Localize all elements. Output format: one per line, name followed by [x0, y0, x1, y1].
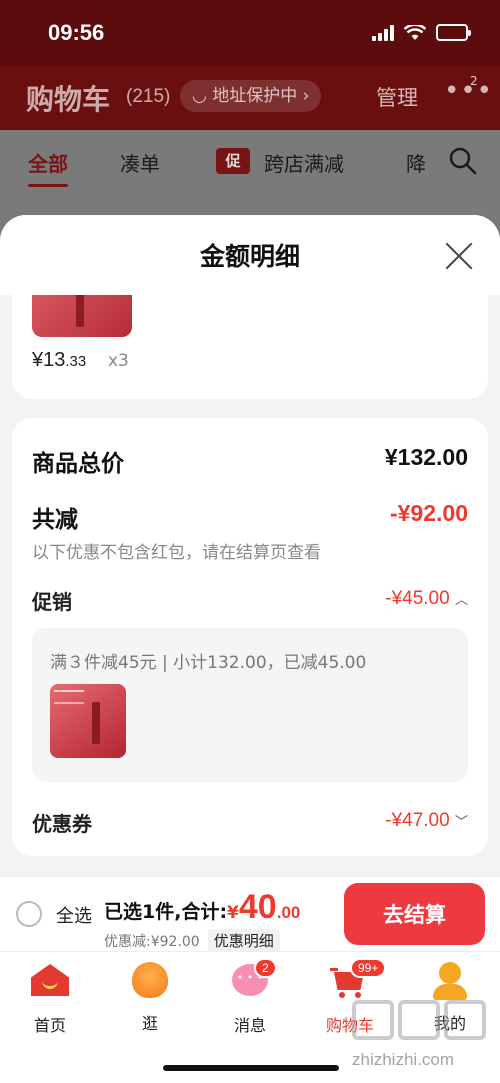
tab-cart[interactable]: 99+ 购物车	[310, 958, 390, 1036]
currency-symbol: ¥	[227, 903, 239, 923]
reduce-note: 以下优惠不包含红包，请在结算页查看	[32, 543, 321, 563]
promo-label: 促销	[32, 590, 72, 614]
promo-detail-text: 满３件减45元 | 小计132.00，已减45.00	[50, 653, 367, 673]
tab-messages-label: 消息	[233, 1016, 266, 1035]
coupon-label: 优惠券	[32, 812, 92, 836]
promo-value-wrap: -¥45.00 ︿	[385, 588, 468, 610]
coupon-row[interactable]: 优惠券 -¥47.00 ﹀	[32, 808, 468, 837]
wifi-icon	[404, 24, 426, 40]
filter-price-drop[interactable]: 降	[406, 148, 426, 177]
coupon-value: -¥47.00	[385, 810, 450, 831]
promo-tag: 促	[216, 148, 250, 174]
tab-home-label: 首页	[33, 1016, 66, 1035]
close-icon[interactable]	[444, 241, 474, 271]
item-price-main: ¥13	[32, 349, 66, 371]
tab-cart-label: 购物车	[325, 1016, 374, 1035]
status-bar: 09:56	[0, 0, 500, 66]
item-quantity: x3	[108, 351, 129, 371]
item-card: ¥13.33 x3	[12, 295, 488, 399]
tab-browse[interactable]: 逛	[110, 960, 190, 1034]
cart-header: 购物车 (215) ◡ 地址保护中 › 管理 ••• 2	[0, 66, 500, 130]
selected-total: 已选1件,合计:¥40.00	[104, 888, 300, 927]
item-price: ¥13.33	[32, 349, 86, 372]
filter-cross-store[interactable]: 跨店满减	[264, 148, 344, 177]
address-protect-label: 地址保护中	[212, 86, 298, 106]
chevron-down-icon[interactable]: ﹀	[455, 814, 468, 829]
promo-product-thumbnail[interactable]	[50, 684, 126, 758]
selected-text: 已选1件,合计:	[104, 901, 228, 923]
chevron-right-icon: ›	[297, 86, 310, 106]
total-row: 商品总价 ¥132.00	[32, 444, 468, 478]
tab-home[interactable]: 首页	[10, 960, 90, 1036]
tab-profile[interactable]: 我的	[410, 960, 490, 1034]
price-summary-card: 商品总价 ¥132.00 共减 -¥92.00 以下优惠不包含红包，请在结算页查…	[12, 418, 488, 856]
tab-bar: 首页 逛 2 消息 99+ 购物车 我的	[0, 951, 500, 1083]
profile-icon	[433, 962, 467, 1000]
promo-detail-box: 满３件减45元 | 小计132.00，已减45.00	[32, 628, 468, 782]
promo-row[interactable]: 促销 -¥45.00 ︿	[32, 586, 468, 615]
chevron-up-icon[interactable]: ︿	[455, 592, 468, 607]
address-protect-pill[interactable]: ◡ 地址保护中 ›	[180, 80, 322, 112]
select-all-radio[interactable]	[16, 901, 42, 927]
discount-line: 优惠减:¥92.00 优惠明细	[104, 929, 280, 952]
sheet-header: 金额明细	[0, 215, 500, 295]
select-all-label[interactable]: 全选	[56, 902, 92, 928]
total-label: 商品总价	[32, 451, 124, 477]
total-amount-decimal: .00	[276, 903, 301, 922]
promo-value: -¥45.00	[385, 588, 450, 609]
status-time: 09:56	[48, 20, 105, 45]
more-badge: 2	[470, 74, 478, 88]
cart-count: (215)	[126, 86, 171, 107]
status-icons	[372, 24, 471, 41]
discount-text: 优惠减:¥92.00	[104, 934, 200, 950]
tab-browse-label: 逛	[141, 1014, 158, 1033]
reduce-row: 共减 -¥92.00	[32, 500, 468, 534]
browse-icon	[132, 962, 168, 998]
reduce-value: -¥92.00	[389, 500, 468, 526]
cart-badge: 99+	[350, 958, 387, 978]
message-badge: 2	[254, 958, 277, 978]
tab-profile-label: 我的	[433, 1014, 466, 1033]
discount-detail-button[interactable]: 优惠明细	[207, 929, 280, 952]
sheet-title: 金额明细	[199, 242, 300, 271]
manage-button[interactable]: 管理	[376, 82, 418, 112]
cellular-signal-icon	[372, 24, 394, 41]
home-icon	[31, 964, 69, 996]
tab-messages[interactable]: 2 消息	[210, 958, 290, 1036]
filter-bar: 全部 凑单 促 跨店满减 降	[0, 130, 500, 192]
home-indicator	[163, 1065, 339, 1071]
checkout-button[interactable]: 去结算	[344, 883, 485, 945]
battery-icon	[436, 24, 471, 41]
item-price-decimal: .33	[65, 353, 87, 370]
smile-icon: ◡	[192, 86, 213, 106]
coupon-value-wrap: -¥47.00 ﹀	[385, 810, 468, 832]
filter-all[interactable]: 全部	[28, 148, 68, 187]
search-icon[interactable]	[448, 146, 478, 176]
total-value: ¥132.00	[384, 444, 468, 470]
filter-bundle[interactable]: 凑单	[120, 148, 160, 177]
more-icon[interactable]: •••	[444, 76, 493, 106]
total-amount-int: 40	[238, 888, 277, 926]
product-thumbnail[interactable]	[32, 295, 132, 337]
cart-title: 购物车	[26, 83, 111, 116]
reduce-label: 共减	[32, 507, 78, 533]
checkout-bar: 全选 已选1件,合计:¥40.00 优惠减:¥92.00 优惠明细 去结算	[0, 877, 500, 952]
